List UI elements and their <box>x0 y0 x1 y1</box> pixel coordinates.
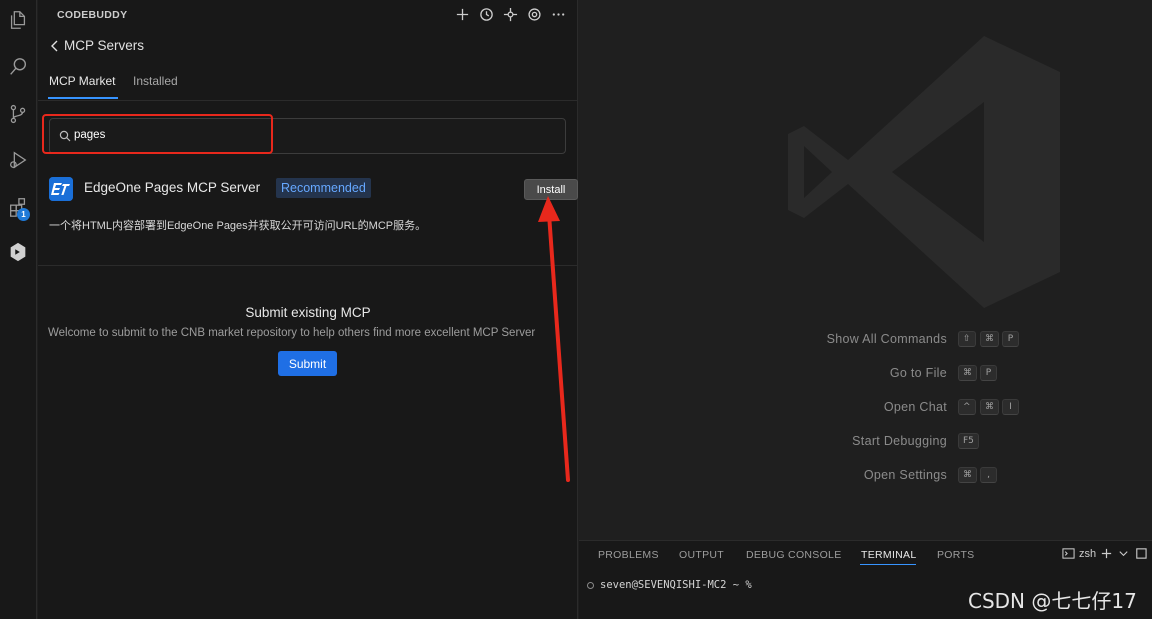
codebuddy-icon[interactable] <box>4 238 32 266</box>
command-hint-label[interactable]: Open Chat <box>767 400 947 414</box>
back-label: MCP Servers <box>64 38 145 53</box>
split-terminal-icon[interactable] <box>1134 547 1147 560</box>
back-to-mcp-servers[interactable]: MCP Servers <box>50 38 144 53</box>
tab-debug-console[interactable]: DEBUG CONSOLE <box>746 549 842 561</box>
terminal-prompt: seven@SEVENQISHI-MC2 ~ % <box>600 579 752 591</box>
submit-description: Welcome to submit to the CNB market repo… <box>48 327 536 339</box>
mcp-tabs: MCP Market Installed <box>38 66 578 101</box>
keyboard-key: ⌘ <box>980 399 999 415</box>
vscode-watermark-logo-icon <box>788 36 1060 308</box>
terminal-prompt-line[interactable]: seven@SEVENQISHI-MC2 ~ % <box>587 579 752 591</box>
tab-installed[interactable]: Installed <box>133 74 178 88</box>
server-list-item[interactable]: EdgeOne Pages MCP Server Recommended Ins… <box>49 177 578 201</box>
keyboard-key: ⌘ <box>958 467 977 483</box>
command-hint-label[interactable]: Go to File <box>767 366 947 380</box>
activity-bar: 1 <box>0 0 37 619</box>
keyboard-key: ⌘ <box>958 365 977 381</box>
recommended-badge: Recommended <box>276 178 371 198</box>
tab-problems[interactable]: PROBLEMS <box>598 549 659 561</box>
keyboard-key: F5 <box>958 433 979 449</box>
terminal-icon[interactable] <box>1062 547 1075 560</box>
shell-name[interactable]: zsh <box>1079 548 1096 560</box>
active-tab-indicator <box>48 97 118 99</box>
tab-ports[interactable]: PORTS <box>937 549 974 561</box>
run-debug-icon[interactable] <box>4 146 32 174</box>
keyboard-key: ^ <box>958 399 976 415</box>
divider <box>38 265 578 266</box>
tab-output[interactable]: OUTPUT <box>679 549 724 561</box>
keyboard-key: , <box>980 467 997 483</box>
server-description: 一个将HTML内容部署到EdgeOne Pages并获取公开可访问URL的MCP… <box>49 220 427 232</box>
highlight-box <box>42 114 273 154</box>
extensions-badge: 1 <box>17 208 30 221</box>
prompt-indicator-icon <box>587 581 594 589</box>
keyboard-key: ⇧ <box>958 331 976 347</box>
keyboard-key: P <box>980 365 997 381</box>
explorer-icon[interactable] <box>4 6 32 34</box>
watermark: CSDN @七七仔17 <box>968 589 1137 613</box>
history-icon[interactable] <box>478 5 495 23</box>
command-hint-label[interactable]: Start Debugging <box>767 434 947 448</box>
keyboard-key: P <box>1002 331 1019 347</box>
keyboard-key: ⌘ <box>980 331 999 347</box>
search-icon[interactable] <box>4 53 32 81</box>
settings-icon[interactable] <box>526 5 543 23</box>
server-name: EdgeOne Pages MCP Server <box>84 180 261 195</box>
edgeone-logo-icon <box>49 177 73 201</box>
panel-title: CODEBUDDY <box>57 9 128 21</box>
tab-terminal[interactable]: TERMINAL <box>861 549 917 561</box>
chevron-down-icon[interactable] <box>1117 547 1130 560</box>
add-icon[interactable] <box>454 5 471 23</box>
more-icon[interactable] <box>550 5 567 23</box>
tab-mcp-market[interactable]: MCP Market <box>49 74 115 88</box>
install-button[interactable]: Install <box>524 179 578 200</box>
new-terminal-icon[interactable] <box>1100 547 1113 560</box>
submit-button[interactable]: Submit <box>278 351 337 376</box>
terminal-toolbar: zsh <box>1062 547 1147 560</box>
submit-title: Submit existing MCP <box>245 305 371 320</box>
source-control-icon[interactable] <box>4 100 32 128</box>
command-hint-label[interactable]: Show All Commands <box>767 332 947 346</box>
mcp-plugin-icon[interactable] <box>502 5 519 23</box>
chevron-left-icon <box>51 40 58 51</box>
command-hint-label[interactable]: Open Settings <box>767 468 947 482</box>
keyboard-key: I <box>1002 399 1019 415</box>
panel-actions <box>454 5 567 23</box>
active-tab-indicator <box>860 564 916 565</box>
codebuddy-panel: CODEBUDDY MCP Servers MCP Market Install… <box>38 0 578 619</box>
